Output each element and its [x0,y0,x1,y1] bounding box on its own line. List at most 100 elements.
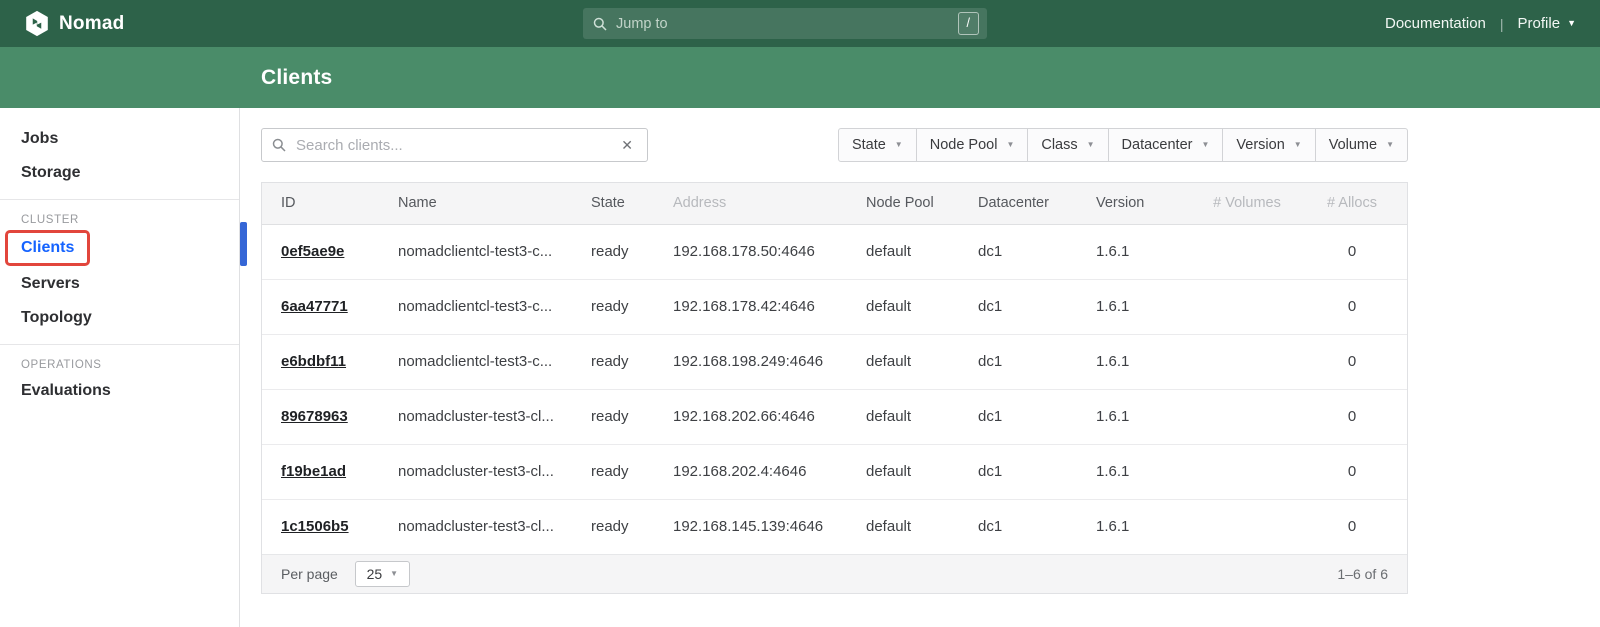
cell-allocs: 0 [1297,444,1407,499]
cell-state: ready [572,224,654,279]
clients-table: ID Name State Address Node Pool Datacent… [262,183,1407,554]
main-content: ✕ State ▼ Node Pool ▼ Class ▼ [240,108,1600,627]
nomad-hexagon-icon [24,10,50,37]
sidebar-item-servers[interactable]: Servers [0,267,239,301]
cell-allocs: 0 [1297,279,1407,334]
filter-version[interactable]: Version ▼ [1222,128,1315,162]
filter-label: Volume [1329,137,1377,153]
cell-id: 0ef5ae9e [262,224,379,279]
page-subheader: Clients [0,47,1600,108]
profile-label: Profile [1518,15,1561,32]
cell-id: 6aa47771 [262,279,379,334]
column-header-volumes: # Volumes [1197,183,1297,224]
filter-state[interactable]: State ▼ [838,128,917,162]
sidebar-item-jobs[interactable]: Jobs [0,122,239,156]
cell-state: ready [572,279,654,334]
cell-id: e6bdbf11 [262,334,379,389]
cell-version: 1.6.1 [1077,334,1197,389]
caret-down-icon: ▼ [1006,141,1014,149]
cell-state: ready [572,334,654,389]
column-header-node-pool[interactable]: Node Pool [847,183,959,224]
client-id-link[interactable]: 6aa47771 [281,298,348,315]
per-page-value: 25 [367,566,383,582]
column-header-state[interactable]: State [572,183,654,224]
clients-search-input[interactable] [294,136,617,155]
table-row[interactable]: e6bdbf11 nomadclientcl-test3-c... ready … [262,334,1407,389]
jump-to-input[interactable] [614,15,958,33]
sidebar-item-topology[interactable]: Topology [0,301,239,335]
table-row[interactable]: 0ef5ae9e nomadclientcl-test3-c... ready … [262,224,1407,279]
column-header-address: Address [654,183,847,224]
client-id-link[interactable]: 1c1506b5 [281,518,349,535]
pagination-range: 1–6 of 6 [1337,566,1388,582]
separator: | [1500,16,1504,32]
sidebar-section-cluster: CLUSTER [0,209,239,229]
table-row[interactable]: f19be1ad nomadcluster-test3-cl... ready … [262,444,1407,499]
cell-volumes [1197,444,1297,499]
table-row[interactable]: 1c1506b5 nomadcluster-test3-cl... ready … [262,499,1407,554]
sidebar-divider [0,344,239,345]
filter-label: Node Pool [930,137,998,153]
filter-datacenter[interactable]: Datacenter ▼ [1108,128,1224,162]
caret-down-icon: ▼ [1201,141,1209,149]
caret-down-icon: ▼ [1087,141,1095,149]
cell-version: 1.6.1 [1077,444,1197,499]
table-row[interactable]: 89678963 nomadcluster-test3-cl... ready … [262,389,1407,444]
column-header-name[interactable]: Name [379,183,572,224]
filter-label: Version [1236,137,1284,153]
filter-label: Class [1041,137,1077,153]
cell-id: 89678963 [262,389,379,444]
cell-id: f19be1ad [262,444,379,499]
sidebar-scroll-thumb[interactable] [240,222,247,266]
cell-name: nomadclientcl-test3-c... [379,334,572,389]
cell-name: nomadcluster-test3-cl... [379,499,572,554]
filter-bar: State ▼ Node Pool ▼ Class ▼ Datacenter ▼ [838,128,1408,162]
caret-down-icon: ▼ [390,570,398,578]
sidebar-item-clients[interactable]: Clients [8,233,87,263]
client-id-link[interactable]: 0ef5ae9e [281,243,344,260]
cell-name: nomadcluster-test3-cl... [379,389,572,444]
sidebar-section-operations: OPERATIONS [0,354,239,374]
clients-table-card: ID Name State Address Node Pool Datacent… [261,182,1408,594]
search-icon [593,17,607,31]
caret-down-icon: ▼ [1294,141,1302,149]
client-id-link[interactable]: 89678963 [281,408,348,425]
cell-address: 192.168.145.139:4646 [654,499,847,554]
cell-allocs: 0 [1297,499,1407,554]
cell-datacenter: dc1 [959,499,1077,554]
profile-menu[interactable]: Profile ▼ [1518,15,1576,32]
cell-name: nomadcluster-test3-cl... [379,444,572,499]
cell-allocs: 0 [1297,334,1407,389]
clear-search-button[interactable]: ✕ [617,136,637,154]
cell-name: nomadclientcl-test3-c... [379,224,572,279]
column-header-allocs: # Allocs [1297,183,1407,224]
sidebar-item-storage[interactable]: Storage [0,156,239,190]
filter-node-pool[interactable]: Node Pool ▼ [916,128,1029,162]
client-id-link[interactable]: e6bdbf11 [281,353,346,370]
cell-address: 192.168.178.50:4646 [654,224,847,279]
cell-version: 1.6.1 [1077,224,1197,279]
cell-allocs: 0 [1297,389,1407,444]
per-page-select[interactable]: 25 ▼ [355,561,410,587]
table-row[interactable]: 6aa47771 nomadclientcl-test3-c... ready … [262,279,1407,334]
client-id-link[interactable]: f19be1ad [281,463,346,480]
filter-class[interactable]: Class ▼ [1027,128,1108,162]
toolbar: ✕ State ▼ Node Pool ▼ Class ▼ [261,128,1408,162]
sidebar: Jobs Storage CLUSTER Clients Servers Top… [0,108,240,627]
nomad-logo[interactable]: Nomad [24,10,124,37]
sidebar-divider [0,199,239,200]
cell-node-pool: default [847,444,959,499]
sidebar-item-evaluations[interactable]: Evaluations [0,374,239,408]
jump-to-search[interactable]: / [583,8,987,39]
documentation-link[interactable]: Documentation [1385,15,1486,32]
column-header-id[interactable]: ID [262,183,379,224]
column-header-version[interactable]: Version [1077,183,1197,224]
clients-search[interactable]: ✕ [261,128,648,162]
column-header-datacenter[interactable]: Datacenter [959,183,1077,224]
filter-volume[interactable]: Volume ▼ [1315,128,1408,162]
cell-address: 192.168.198.249:4646 [654,334,847,389]
caret-down-icon: ▼ [1567,19,1576,28]
cell-volumes [1197,389,1297,444]
cell-id: 1c1506b5 [262,499,379,554]
cell-volumes [1197,279,1297,334]
